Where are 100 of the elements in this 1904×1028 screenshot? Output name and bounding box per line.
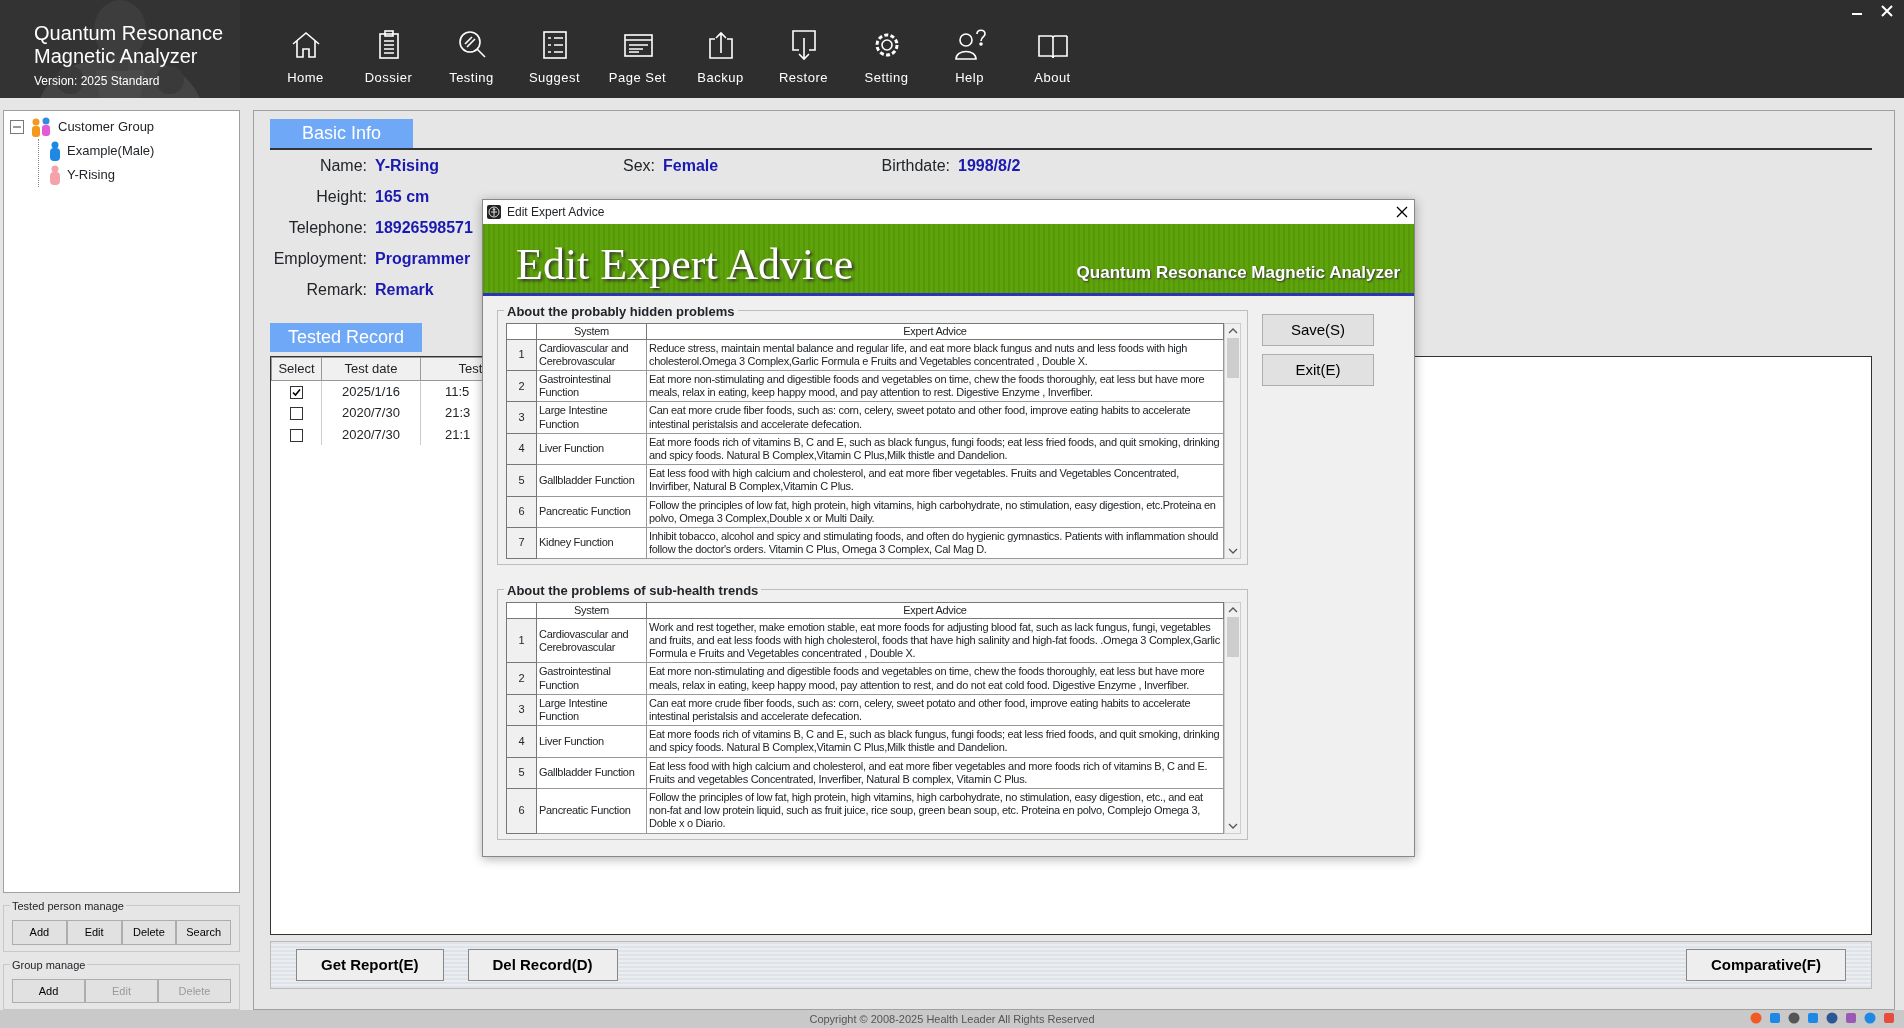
table-cell: 2020/7/30 [321,423,421,445]
field-value: 18926598571 [375,218,473,237]
field-label: Birthdate: [881,156,950,175]
tray-icon[interactable] [1825,1011,1839,1025]
scroll-thumb[interactable] [1226,338,1239,378]
table-cell: Follow the principles of low fat, high protein, high vitamins, high carbohydrate, no stimulation, easy digestion, etc., and eat non-fat and low protein liquid, such as fruit juice, rice soup, green bean soup, etc. Proteina en polvo, Complejo Omega 3, Doble x o Diario. [646,788,1224,834]
row-header: 7 [506,527,537,559]
collapse-icon[interactable] [10,120,24,134]
group-icon [30,116,52,138]
banner-subtitle: Quantum Resonance Magnetic Analyzer [1076,261,1400,284]
tray-icon[interactable] [1882,1011,1896,1025]
table-cell: Eat more non-stimulating and digestible foods and vegetables on time, chew the foods thoroughly, eat less but have more meals, relax in eating, keep happy mood, and pay attention to rest. Digestive Enzyme , Inverfiber. [646,370,1224,402]
column-header: Expert Advice [646,602,1224,619]
table-cell: Gastrointestinal Function [536,370,647,402]
app-icon [487,205,501,219]
table-cell: Eat more non-stimulating and digestible foods and vegetables on time, chew the foods thoroughly, eat less but have more meals, relax in eating, keep happy mood, pay attention to rest, and do not eat cold food. Digestive Enzyme , Inverfiber. [646,662,1224,695]
action-button[interactable]: Comparative(F) [1685,949,1846,981]
table-cell: 2020/7/30 [321,402,421,424]
toolbar-button[interactable]: Help [928,0,1011,98]
field-value: Female [663,156,719,175]
toolbar-button[interactable]: Home [264,0,347,98]
tested-person-manage-button[interactable]: Search [176,920,231,945]
tray-icon[interactable] [1863,1011,1877,1025]
table-cell: Liver Function [536,725,647,758]
checkbox[interactable] [289,428,303,442]
tray-icon[interactable] [1768,1011,1782,1025]
table-cell: Gallbladder Function [536,757,647,789]
tested-person-manage-button[interactable]: Add [12,920,67,945]
column-header: System [536,323,647,340]
table-cell: Gastrointestinal Function [536,662,647,695]
table-cell: Eat more foods rich of vitamins B, C and E, such as black fungus, fungi foods; eat less fried foods, and quit smoking, drinking and spicy foods. Natural B Complex,Vitamin C Plus,Milk thistle and Dandelion. [646,725,1224,758]
field-value: Programmer [375,249,471,268]
toolbar-button[interactable]: About [1011,0,1094,98]
tree-item[interactable]: Customer Group [58,117,155,137]
tray-icon[interactable] [1787,1011,1801,1025]
help-icon [952,28,987,62]
toolbar-button[interactable]: Setting [845,0,928,98]
column-header [506,602,537,619]
dialog-title: Edit Expert Advice [507,204,606,221]
scroll-down-icon[interactable] [1227,548,1238,556]
toolbar-button[interactable]: Page Set [596,0,679,98]
table-cell: Inhibit tobacco, alcohol and spicy and stimulating foods, and often do hygienic gymnastics. Patients with inflammation should follow the doctor's orders. Vitamin C Plus, Omega 3 Complex, Cal Mag D. [646,527,1224,559]
table-cell: Pancreatic Function [536,788,647,834]
tested-person-manage-button[interactable]: Delete [121,920,177,945]
action-button[interactable]: Get Report(E) [296,949,444,981]
table-cell: Eat less food with high calcium and cholesterol, and eat more fiber vegetables and more foods rich of vitamins B, C and E. Fruits and vegetables Concentrated, Inverfiber, Natural B complex, Vitamin C Plus. [646,757,1224,789]
table-cell: Cardiovascular and Cerebrovascular [536,618,647,663]
table-cell: Work and rest together, make emotion stable, eat more foods for adjusting blood fat, such as lack fungus, fungi, vegetables and fruits, and eat less foods with high cholesterol, foods that have high salinity and high-fat foods. .Omega 3 Complex,Garlic Formula e Fruits and Vegetables concentrated , Double X. [646,618,1224,663]
table-cell: Gallbladder Function [536,464,647,496]
table-cell: Kidney Function [536,527,647,559]
checkbox[interactable] [289,407,303,421]
row-header: 2 [506,662,537,695]
dialog-button[interactable]: Save(S) [1262,314,1374,346]
scroll-up-icon[interactable] [1227,606,1238,614]
tray-icon[interactable] [1844,1011,1858,1025]
version-label: Version: 2025 Standard [34,73,160,90]
section-header: Basic Info [270,119,413,148]
table-cell: Large Intestine Function [536,694,647,726]
table-cell: 11:5 [445,383,470,399]
row-header: 2 [506,370,537,402]
scroll-thumb[interactable] [1226,617,1239,658]
table-cell: Large Intestine Function [536,401,647,434]
row-header: 6 [506,788,537,834]
row-header: 6 [506,496,537,528]
app-title: Magnetic Analyzer [34,45,198,68]
table-cell: Pancreatic Function [536,496,647,528]
column-header: Expert Advice [646,323,1224,340]
table-cell: 21:1 [445,426,471,442]
toolbar-button[interactable]: Restore [762,0,845,98]
toolbar-button[interactable]: Suggest [513,0,596,98]
dialog-button[interactable]: Exit(E) [1262,354,1374,386]
table-cell: 2025/1/16 [321,380,421,402]
table-cell: Can eat more crude fiber foods, such as: corn, celery, sweet potato and other food, improve eating habits to accelerate intestinal peristalsis and accelerate defecation. [646,401,1224,434]
column-header: System [536,602,647,619]
toolbar-button[interactable]: Dossier [347,0,430,98]
row-header: 1 [506,339,537,371]
action-button[interactable]: Del Record(D) [467,949,618,981]
toolbar-button[interactable]: Testing [430,0,513,98]
table-cell: Liver Function [536,433,647,465]
banner-title: Edit Expert Advice [516,239,854,291]
toolbar-button[interactable]: Backup [679,0,762,98]
table-cell: Eat less food with high calcium and cholesterol, and eat more fiber vegetables. Fruits and Vegetables Concentrated, Invirfiber, Natural B Complex,Vitamin C Plus. [646,464,1224,496]
scroll-up-icon[interactable] [1227,327,1238,334]
scrollbar[interactable] [1224,323,1241,560]
tree-item[interactable]: Example(Male) [67,141,155,161]
field-value: Remark [375,280,434,299]
section-header: Tested Record [270,323,423,352]
tray-icon[interactable] [1806,1011,1820,1025]
row-header: 3 [506,694,537,726]
tested-person-manage-button[interactable]: Edit [66,920,122,945]
row-header: 4 [506,433,537,465]
app-title: Quantum Resonance [34,22,223,45]
scroll-down-icon[interactable] [1227,822,1238,830]
close-icon[interactable] [1880,4,1894,18]
scrollbar[interactable] [1224,602,1241,834]
checkbox[interactable] [289,385,303,399]
group-manage-button[interactable]: Add [12,978,85,1003]
tree-item[interactable]: Y-Rising [67,165,115,185]
field-value: 1998/8/2 [958,156,1021,175]
column-header: Select [271,357,322,380]
